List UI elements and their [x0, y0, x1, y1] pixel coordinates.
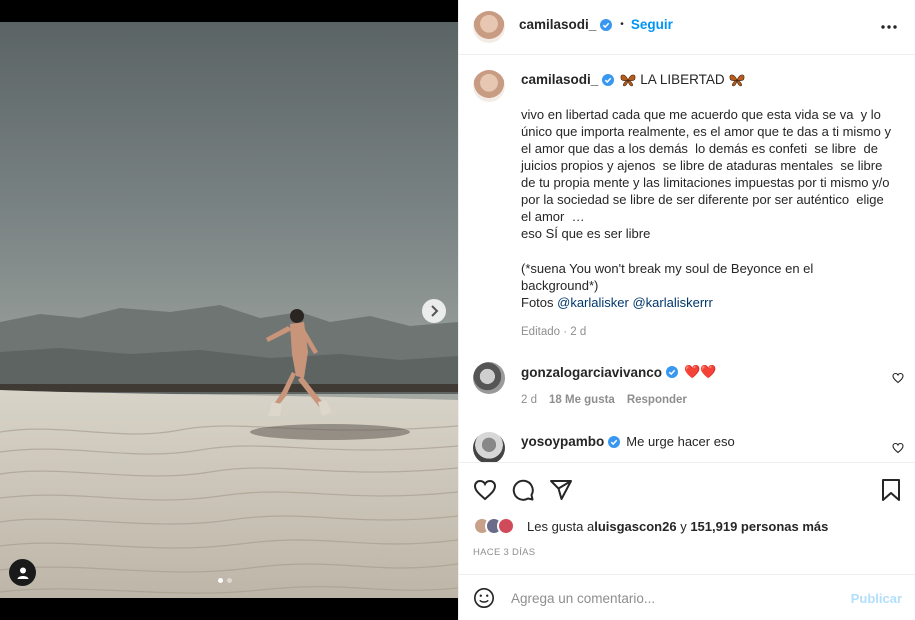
user-tag-icon	[17, 567, 28, 579]
follow-button[interactable]: Seguir	[631, 17, 673, 32]
verified-icon	[608, 435, 621, 448]
likes-joiner: y	[676, 518, 691, 534]
publish-button[interactable]: Publicar	[851, 591, 902, 606]
comment-text: Me urge hacer eso	[626, 434, 735, 449]
comment-input[interactable]	[511, 587, 831, 609]
comments-scroll[interactable]: camilasodi_ LA LIBERTAD vivo en libertad…	[459, 56, 915, 462]
header-separator: •	[620, 19, 624, 30]
comment-item: yosoypambo Me urge hacer eso	[459, 430, 915, 462]
liker-username[interactable]: luisgascon26	[594, 519, 676, 534]
verified-icon	[666, 366, 679, 378]
share-icon[interactable]	[549, 478, 573, 502]
comment-item: gonzalogarciavivanco ❤️❤️ 2 d 18 Me gust…	[459, 358, 915, 418]
carousel-indicator	[218, 578, 232, 583]
user-tags-button[interactable]	[9, 559, 36, 586]
add-comment-bar: Publicar	[459, 574, 915, 620]
comment-likes[interactable]: 18 Me gusta	[549, 394, 615, 406]
verified-icon	[602, 73, 615, 86]
chevron-right-icon	[431, 305, 439, 317]
caption-note: (*suena You won't break my soul de Beyon…	[521, 261, 814, 293]
caption-body-block: vivo en libertad cada que me acuerdo que…	[521, 106, 893, 242]
photo-credits-prefix: Fotos	[521, 295, 558, 310]
photo-credits: Fotos @karlalisker @karlaliskerrr	[521, 294, 713, 311]
comment-icon[interactable]	[511, 478, 535, 502]
likes-count[interactable]: 151,919 personas más	[690, 519, 828, 534]
bookmark-icon[interactable]	[880, 478, 902, 502]
author-username[interactable]: camilasodi_	[519, 17, 596, 32]
emoji-icon[interactable]	[473, 587, 495, 609]
post-actions: Les gusta a luisgascon26 y 151,919 perso…	[459, 462, 915, 574]
commenter-avatar[interactable]	[473, 432, 505, 462]
commenter-avatar[interactable]	[473, 362, 505, 394]
likes-summary: Les gusta a luisgascon26 y 151,919 perso…	[473, 517, 828, 535]
carousel-dot	[218, 578, 223, 583]
heart-icon[interactable]	[473, 478, 497, 502]
post-media	[0, 0, 458, 620]
liker-avatar	[497, 517, 515, 535]
post-side-panel: camilasodi_ • Seguir camilasodi_ LA LIBE…	[458, 0, 915, 620]
instagram-post-modal: camilasodi_ • Seguir camilasodi_ LA LIBE…	[0, 0, 915, 620]
verified-icon	[600, 18, 613, 31]
carousel-next-button[interactable]	[422, 299, 446, 323]
caption-body: vivo en libertad cada que me acuerdo que…	[521, 107, 891, 241]
caption-author-avatar[interactable]	[473, 70, 505, 102]
post-time[interactable]: HACE 3 DÍAS	[473, 547, 535, 558]
comment-age: 2 d	[521, 394, 537, 406]
commenter-username[interactable]: gonzalogarciavivanco	[521, 365, 662, 380]
author-avatar[interactable]	[473, 11, 505, 43]
post-header: camilasodi_ • Seguir	[459, 0, 915, 55]
butterfly-icon	[620, 74, 636, 86]
comment-meta: 2 d 18 Me gusta Responder	[521, 394, 687, 406]
caption-author-username[interactable]: camilasodi_	[521, 72, 598, 87]
heart-icon[interactable]	[892, 372, 904, 384]
ellipsis-icon[interactable]	[880, 18, 898, 36]
commenter-username[interactable]: yosoypambo	[521, 434, 604, 449]
credit-link[interactable]: @karlalisker	[557, 295, 629, 310]
likes-prefix: Les gusta a	[527, 518, 595, 534]
butterfly-icon	[729, 74, 745, 86]
post-photo[interactable]	[0, 22, 458, 598]
carousel-dot	[227, 578, 232, 583]
credit-link[interactable]: @karlaliskerrr	[632, 295, 712, 310]
comment-text: ❤️❤️	[684, 364, 717, 379]
caption-title: LA LIBERTAD	[640, 72, 725, 87]
caption-edited-time: Editado · 2 d	[521, 326, 587, 338]
heart-icon[interactable]	[892, 442, 904, 454]
reply-button[interactable]: Responder	[627, 394, 687, 406]
